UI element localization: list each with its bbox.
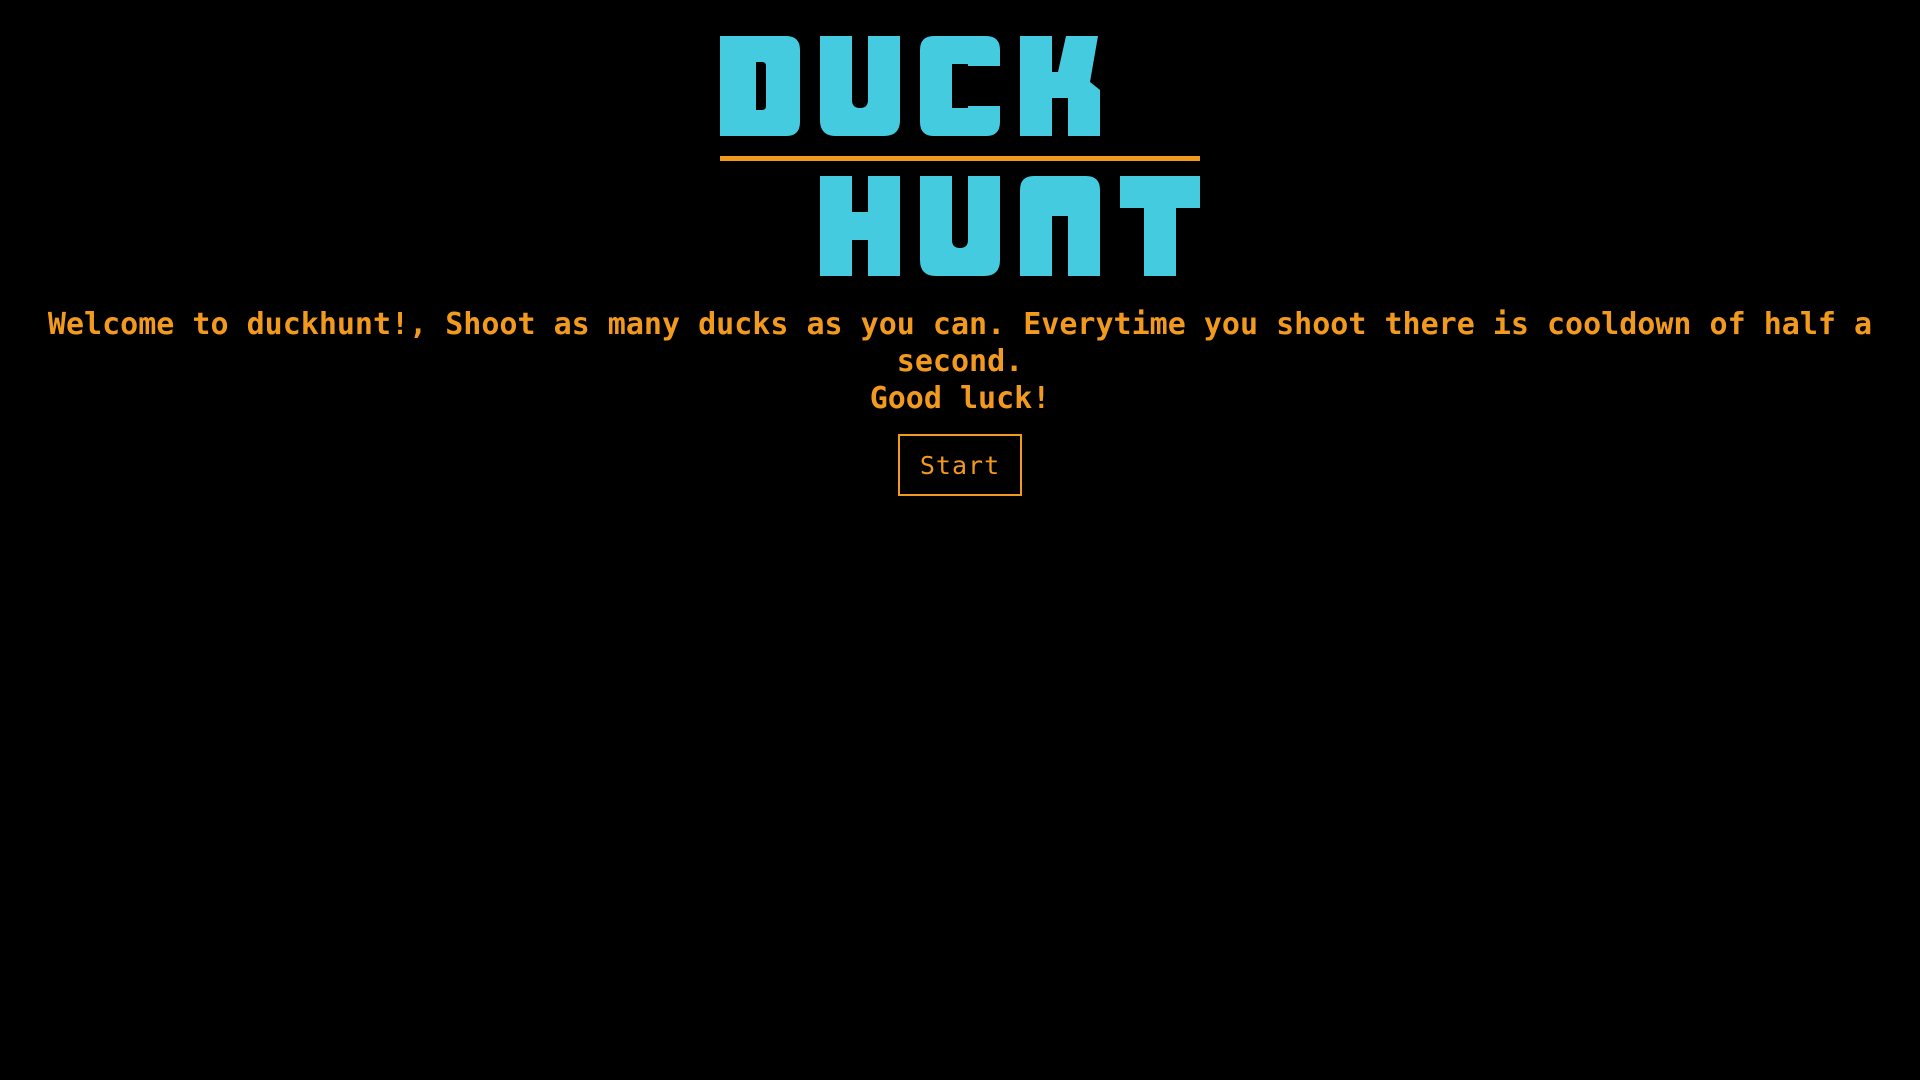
title-screen: Welcome to duckhunt!, Shoot as many duck… — [0, 0, 1920, 1080]
duck-hunt-logo — [720, 36, 1200, 276]
logo-letter-u — [820, 36, 900, 136]
logo-rule — [720, 156, 1200, 161]
logo-letter-n — [1020, 176, 1100, 276]
logo-letter-h — [820, 176, 900, 276]
logo-letter-c — [920, 36, 1000, 136]
welcome-line-2: Good luck! — [869, 381, 1051, 416]
logo-letter-t — [1120, 176, 1200, 276]
welcome-line-1: Welcome to duckhunt!, Shoot as many duck… — [47, 307, 1873, 379]
logo-letter-u2 — [920, 176, 1000, 276]
start-button[interactable]: Start — [898, 434, 1022, 496]
logo-letter-d — [720, 36, 800, 136]
welcome-message: Welcome to duckhunt!, Shoot as many duck… — [0, 306, 1920, 417]
logo-letter-k — [1020, 36, 1100, 136]
